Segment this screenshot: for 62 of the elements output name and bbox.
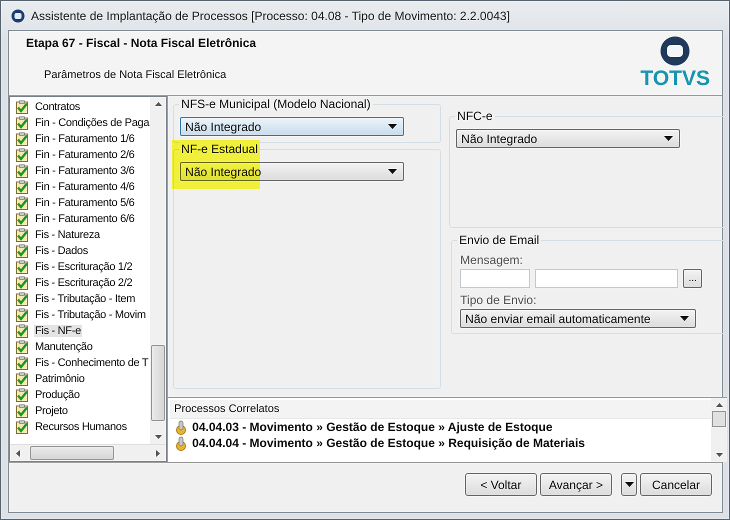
group-title: NFS-e Municipal (Modelo Nacional)	[179, 97, 373, 111]
scroll-up-icon[interactable]	[716, 403, 723, 407]
dropdown[interactable]: Não enviar email automaticamente	[460, 309, 696, 328]
step-item[interactable]: Fis - Escrituração 1/2	[34, 261, 134, 273]
step-item[interactable]: Fis - Natureza	[34, 229, 101, 241]
step-item[interactable]: Fin - Faturamento 4/6	[34, 181, 136, 193]
caret-icon	[388, 124, 398, 129]
related-process[interactable]: 04.04.04 - Movimento » Gestão de Estoque » Requisição de Materiais	[192, 436, 585, 450]
step-item[interactable]: Recursos Humanos	[34, 421, 128, 433]
step-item[interactable]: Manutenção	[34, 341, 94, 353]
list-header: Processos Correlatos	[170, 400, 712, 419]
next-button[interactable]: Avançar >	[540, 473, 612, 496]
caret-icon	[388, 169, 398, 174]
step-item[interactable]: Patrimônio	[34, 373, 86, 385]
input-field[interactable]	[460, 269, 530, 288]
related-process[interactable]: 04.04.03 - Movimento » Gestão de Estoque » Ajuste de Estoque	[192, 420, 552, 434]
step-item[interactable]: Fis - Escrituração 2/2	[34, 277, 134, 289]
cancel-button[interactable]: Cancelar	[640, 473, 712, 496]
vertical-scrollbar[interactable]	[711, 398, 728, 462]
step-item[interactable]: Fin - Faturamento 3/6	[34, 165, 136, 177]
scroll-thumb[interactable]	[712, 411, 726, 427]
step-item[interactable]: Fis - Tributação - Item	[34, 293, 136, 305]
step-item[interactable]: Fis - Tributação - Movim	[34, 309, 147, 321]
scroll-thumb[interactable]	[151, 344, 166, 420]
horizontal-scrollbar[interactable]	[10, 444, 166, 461]
back-button[interactable]: < Voltar	[464, 473, 537, 496]
caret-icon	[680, 316, 690, 321]
scroll-left-icon[interactable]	[16, 450, 20, 456]
scroll-down-icon[interactable]	[716, 453, 723, 457]
dropdown[interactable]: Não Integrado	[180, 117, 404, 136]
caret-icon	[664, 136, 674, 141]
caret-icon	[624, 482, 634, 487]
step-item[interactable]: Contratos	[34, 101, 81, 113]
step-title: Etapa 67 - Fiscal - Nota Fiscal Eletrônica	[26, 36, 256, 50]
field-label: Mensagem:	[460, 253, 524, 267]
step-item[interactable]: Fis - NF-e	[34, 325, 82, 337]
vertical-scrollbar[interactable]	[150, 97, 166, 444]
step-item[interactable]: Produção	[34, 389, 81, 401]
step-item[interactable]: Fin - Faturamento 6/6	[34, 213, 136, 225]
window-title: Assistente de Implantação de Processos [Processo: 04.08 - Tipo de Movimento: 2.2.0043]	[31, 8, 510, 22]
scroll-up-icon[interactable]	[154, 102, 162, 106]
step-item[interactable]: Fin - Condições de Paga	[34, 117, 150, 129]
browse-button[interactable]: ...	[683, 269, 702, 288]
step-item[interactable]: Fin - Faturamento 5/6	[34, 197, 136, 209]
dropdown-button[interactable]	[621, 473, 637, 496]
logo-icon	[660, 36, 690, 66]
logo-text: TOTVS	[640, 68, 710, 90]
step-item[interactable]: Fin - Faturamento 2/6	[34, 149, 136, 161]
step-item[interactable]: Fis - Dados	[34, 245, 89, 257]
dropdown[interactable]: Não Integrado	[456, 129, 680, 148]
app-icon	[11, 8, 25, 22]
input-field[interactable]	[535, 269, 678, 288]
scroll-thumb[interactable]	[30, 446, 114, 460]
field-label: Tipo de Envio:	[460, 293, 538, 307]
scroll-right-icon[interactable]	[156, 450, 160, 456]
group-title: NFC-e	[455, 109, 495, 123]
step-item[interactable]: Fin - Faturamento 1/6	[34, 133, 136, 145]
scroll-down-icon[interactable]	[154, 435, 162, 439]
step-subtitle: Parâmetros de Nota Fiscal Eletrônica	[44, 69, 228, 81]
step-item[interactable]: Fis - Conhecimento de T	[34, 357, 150, 369]
step-item[interactable]: Projeto	[34, 405, 69, 417]
group-title: Envio de Email	[457, 233, 542, 247]
